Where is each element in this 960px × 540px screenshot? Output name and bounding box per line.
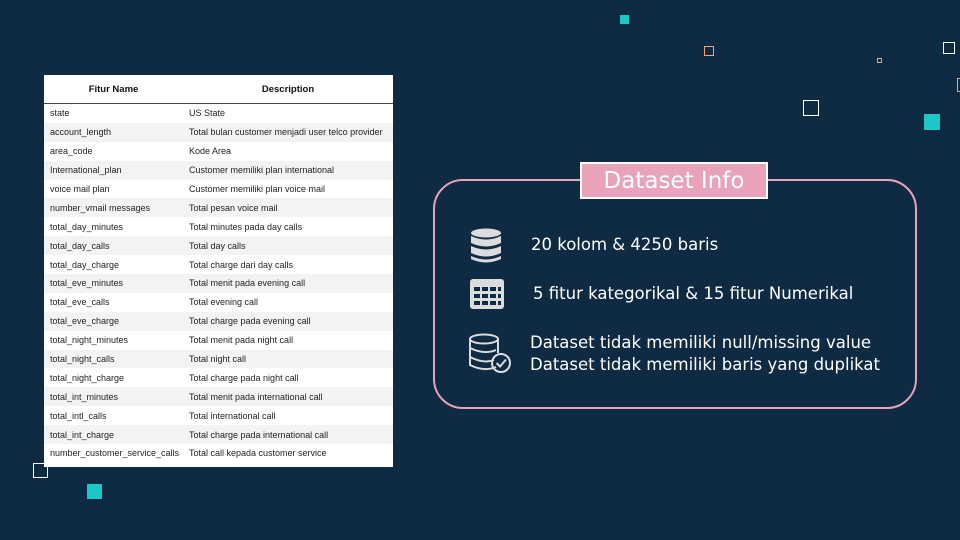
feature-table-card: Fitur Name Description state US State acco…: [44, 75, 393, 467]
table-row: state US State: [44, 104, 393, 123]
feature-description-cell: Total charge pada international call: [183, 425, 393, 445]
feature-name-cell: number_vmail messages: [44, 198, 183, 218]
feature-name-cell: total_night_minutes: [50, 335, 129, 346]
feature-name-cell: total_eve_minutes: [44, 274, 183, 293]
feature-description-cell: Total charge dari day calls: [189, 259, 294, 270]
feature-description-cell: Total day calls: [183, 236, 393, 256]
feature-name-cell: International_plan: [44, 160, 183, 180]
table-row: total_night_calls Total night call: [44, 349, 393, 369]
table-row: total_day_calls Total day calls: [44, 236, 393, 256]
feature-table: Fitur Name Description state US State acco…: [44, 75, 393, 463]
table-header-row: Fitur Name Description: [44, 75, 393, 104]
dataset-info-title: Dataset Info: [580, 162, 768, 199]
feature-name-cell: area_code: [50, 146, 93, 157]
decorative-square: [877, 58, 882, 63]
feature-description-cell: Total menit pada evening call: [183, 274, 393, 293]
feature-description-cell: Total bulan customer menjadi user telco …: [183, 122, 393, 142]
table-row: total_int_charge Total charge pada intern…: [44, 425, 393, 445]
feature-name-cell: total_eve_charge: [44, 311, 183, 331]
feature-name-cell: total_day_charge: [50, 259, 120, 270]
table-row: total_eve_minutes Total menit pada evenin…: [44, 274, 393, 293]
feature-name-cell: total_intl_calls: [50, 410, 107, 421]
feature-description-cell: Total call kepada customer service: [189, 448, 327, 459]
table-row: total_day_charge Total charge dari day ca…: [44, 255, 393, 274]
table-row: total_eve_calls Total evening call: [44, 293, 393, 312]
feature-description-cell: Total pesan voice mail: [183, 198, 393, 218]
feature-name-cell: total_int_charge: [44, 425, 183, 445]
info-line-no-duplicates: Dataset tidak memiliki baris yang duplik…: [530, 355, 880, 374]
decorative-square: [924, 114, 940, 130]
table-row: total_eve_charge Total charge pada evenin…: [44, 311, 393, 331]
feature-description-cell: Total night call: [183, 349, 393, 369]
info-line-columns-rows: 20 kolom & 4250 baris: [531, 235, 719, 254]
feature-name-cell: account_length: [44, 122, 183, 142]
info-line-no-missing: Dataset tidak memiliki null/missing valu…: [530, 333, 872, 352]
feature-name-cell: total_night_charge: [50, 372, 125, 383]
table-row: account_length Total bulan customer menja…: [44, 122, 393, 142]
decorative-square: [87, 484, 102, 499]
feature-description-cell: Total international call: [189, 410, 276, 421]
table-row: total_int_minutes Total menit pada intern…: [44, 387, 393, 407]
table-row: total_intl_calls Total international call: [44, 406, 393, 425]
feature-name-cell: total_night_calls: [44, 349, 183, 369]
info-line-feature-types: 5 fitur kategorikal & 15 fitur Numerikal: [533, 284, 854, 303]
feature-name-cell: state: [50, 108, 70, 119]
feature-description-cell: Total minutes pada day calls: [189, 221, 303, 232]
database-icon: [471, 228, 501, 263]
feature-name-cell: number_customer_service_calls: [50, 448, 180, 459]
table-row: total_night_charge Total charge pada nigh…: [44, 368, 393, 387]
table-row: voice mail plan Customer memiliki plan vo…: [44, 180, 393, 199]
table-grid-icon: [470, 279, 504, 309]
feature-description-cell: Customer memiliki plan international: [183, 160, 393, 180]
feature-description-cell: Total evening call: [189, 297, 259, 308]
feature-name-cell: total_day_calls: [44, 236, 183, 256]
feature-description-cell: Kode Area: [189, 146, 232, 157]
table-row: total_day_minutes Total minutes pada day …: [44, 217, 393, 236]
column-header-fitur-name: Fitur Name: [44, 75, 183, 104]
feature-description-cell: Total charge pada evening call: [183, 311, 393, 331]
table-row: area_code Kode Area: [44, 142, 393, 161]
decorative-square: [943, 42, 955, 54]
feature-description-cell: Total menit pada international call: [183, 387, 393, 407]
decorative-square: [704, 46, 714, 56]
table-row: total_night_minutes Total menit pada nigh…: [44, 331, 393, 350]
decorative-square: [620, 15, 629, 24]
decorative-square: [803, 100, 819, 116]
feature-description-cell: Total menit pada night call: [189, 335, 294, 346]
column-header-description: Description: [183, 75, 393, 104]
feature-name-cell: voice mail plan: [50, 184, 110, 194]
feature-name-cell: total_eve_calls: [50, 297, 110, 308]
table-row: number_vmail messages Total pesan voice m…: [44, 198, 393, 218]
feature-table-body: state US State account_length Total bulan c…: [44, 104, 393, 463]
feature-description-cell: Customer memiliki plan voice mail: [189, 184, 326, 194]
feature-description-cell: Total charge pada night call: [189, 372, 299, 383]
feature-name-cell: total_day_minutes: [50, 221, 124, 232]
table-row: International_plan Customer memiliki plan…: [44, 160, 393, 180]
database-check-icon: [469, 333, 511, 373]
feature-name-cell: total_int_minutes: [44, 387, 183, 407]
table-row: number_customer_service_calls Total call …: [44, 444, 393, 463]
feature-description-cell: US State: [189, 108, 226, 119]
